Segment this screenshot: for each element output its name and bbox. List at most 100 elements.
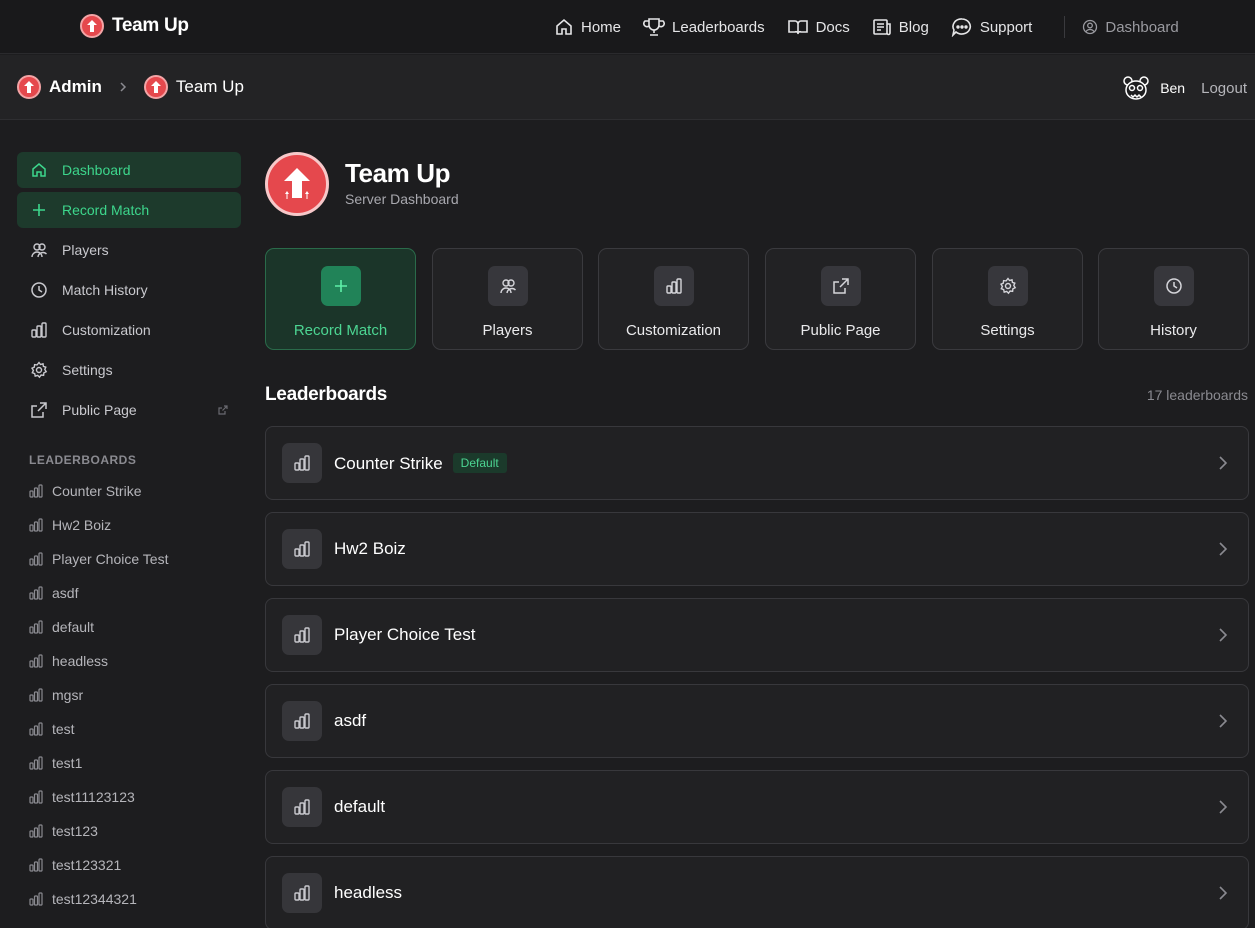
gear-icon	[987, 266, 1028, 306]
leaderboard-name: test123	[52, 823, 98, 839]
leaderboard-row[interactable]: default	[265, 770, 1249, 844]
quick-action-label: Record Match	[293, 322, 388, 339]
leaderboard-row[interactable]: Hw2 Boiz	[265, 512, 1249, 586]
leaderboard-row[interactable]: headless	[265, 856, 1249, 928]
breadcrumb-bar: Admin Team Up Ben Logout	[0, 55, 1255, 120]
bar-chart-icon	[653, 266, 694, 306]
breadcrumb-server[interactable]: Team Up	[176, 77, 244, 97]
leaderboard-row[interactable]: asdf	[265, 684, 1249, 758]
leaderboard-row-name: Player Choice Test	[334, 625, 476, 644]
sidebar-item-settings[interactable]: Settings	[17, 352, 241, 388]
bar-chart-icon	[29, 688, 43, 702]
bar-chart-icon	[282, 873, 322, 913]
quick-action-history[interactable]: History	[1098, 248, 1249, 350]
arrow-up-logo-icon	[284, 168, 310, 199]
sidebar-leaderboard-item[interactable]: default	[29, 617, 94, 637]
gear-icon	[30, 361, 48, 379]
bar-chart-icon	[29, 790, 43, 804]
leaderboard-row-name: Hw2 Boiz	[334, 539, 406, 558]
nav-home-label: Home	[581, 18, 622, 36]
nav-docs[interactable]: Docs	[787, 15, 850, 39]
bar-chart-icon	[282, 787, 322, 827]
sidebar-leaderboard-item[interactable]: test	[29, 719, 75, 739]
trophy-icon	[643, 17, 665, 37]
quick-action-label: Settings	[980, 322, 1035, 339]
sidebar-leaderboard-item[interactable]: Player Choice Test	[29, 549, 168, 569]
sidebar-leaderboard-item[interactable]: asdf	[29, 583, 78, 603]
sidebar-leaderboard-item[interactable]: headless	[29, 651, 108, 671]
page-subtitle: Server Dashboard	[345, 191, 459, 207]
leaderboard-row[interactable]: Player Choice Test	[265, 598, 1249, 672]
sidebar-item-dashboard[interactable]: Dashboard	[17, 152, 241, 188]
avatar[interactable]	[1122, 74, 1150, 102]
leaderboard-row-name: asdf	[334, 711, 367, 730]
quick-action-settings[interactable]: Settings	[932, 248, 1083, 350]
chat-icon	[951, 17, 973, 37]
bar-chart-icon	[29, 892, 43, 906]
quick-action-label: Customization	[625, 322, 722, 339]
quick-action-label: Players	[482, 322, 533, 339]
quick-action-record-match[interactable]: Record Match	[265, 248, 416, 350]
nav-blog[interactable]: Blog	[872, 15, 929, 39]
leaderboard-row[interactable]: Counter Strike Default	[265, 426, 1249, 500]
leaderboards-count: 17 leaderboards	[1146, 387, 1248, 403]
brand-link[interactable]: Team Up	[80, 14, 189, 38]
sidebar-item-label: Public Page	[62, 402, 137, 418]
bar-chart-icon	[29, 654, 43, 668]
plus-icon	[320, 266, 361, 306]
chevron-right-icon	[1218, 627, 1228, 643]
nav-blog-label: Blog	[898, 18, 929, 36]
sidebar-leaderboard-item[interactable]: test12344321	[29, 889, 137, 909]
sidebar-leaderboard-item[interactable]: Counter Strike	[29, 481, 141, 501]
sidebar-item-public-page[interactable]: Public Page	[17, 392, 241, 428]
chevron-right-icon	[1218, 455, 1228, 471]
default-badge: Default	[452, 453, 507, 473]
server-avatar-logo	[265, 152, 329, 216]
sidebar-leaderboard-item[interactable]: test123	[29, 821, 98, 841]
user-name: Ben	[1160, 80, 1186, 96]
plus-icon	[30, 201, 48, 219]
sidebar-leaderboard-item[interactable]: test11123123	[29, 787, 135, 807]
bar-chart-icon	[29, 620, 43, 634]
chevron-right-icon	[1218, 541, 1228, 557]
breadcrumb-admin[interactable]: Admin	[49, 77, 102, 97]
home-icon	[30, 161, 48, 179]
leaderboard-name: test1	[52, 755, 83, 771]
sidebar-leaderboard-item[interactable]: mgsr	[29, 685, 83, 705]
admin-logo-icon	[17, 75, 41, 99]
sidebar-item-label: Customization	[62, 322, 151, 338]
users-icon	[30, 241, 48, 259]
quick-action-public-page[interactable]: Public Page	[765, 248, 916, 350]
sidebar-leaderboard-item[interactable]: test1	[29, 753, 82, 773]
sidebar-item-customization[interactable]: Customization	[17, 312, 241, 348]
sidebar-item-label: Record Match	[62, 202, 150, 218]
sidebar-leaderboard-item[interactable]: Hw2 Boiz	[29, 515, 111, 535]
bar-chart-icon	[29, 586, 43, 600]
book-icon	[787, 17, 809, 37]
nav-dashboard[interactable]: Dashboard	[1082, 15, 1179, 39]
users-icon	[487, 266, 528, 306]
top-nav: Team Up Home Leaderboards Docs Blog Supp…	[0, 0, 1255, 54]
logout-link[interactable]: Logout	[1201, 80, 1247, 97]
sidebar-item-label: Match History	[62, 282, 148, 298]
nav-leaderboards[interactable]: Leaderboards	[643, 15, 765, 39]
bar-chart-icon	[282, 529, 322, 569]
leaderboard-row-name: default	[334, 797, 386, 816]
sidebar-item-record-match[interactable]: Record Match	[17, 192, 241, 228]
sidebar-item-players[interactable]: Players	[17, 232, 241, 268]
nav-support[interactable]: Support	[951, 15, 1032, 39]
sidebar-item-match-history[interactable]: Match History	[17, 272, 241, 308]
external-link-icon	[30, 401, 48, 419]
leaderboard-row-name: Counter Strike	[334, 454, 443, 473]
sidebar-leaderboard-item[interactable]: test123321	[29, 855, 121, 875]
nav-docs-label: Docs	[815, 18, 850, 36]
quick-action-customization[interactable]: Customization	[598, 248, 749, 350]
nav-home[interactable]: Home	[554, 15, 621, 39]
page-title: Team Up	[345, 158, 451, 188]
bar-chart-icon	[282, 615, 322, 655]
clock-icon	[1153, 266, 1194, 306]
sidebar-item-label: Settings	[62, 362, 113, 378]
chevron-right-icon	[1218, 799, 1228, 815]
quick-action-players[interactable]: Players	[432, 248, 583, 350]
server-logo-icon	[143, 75, 168, 99]
